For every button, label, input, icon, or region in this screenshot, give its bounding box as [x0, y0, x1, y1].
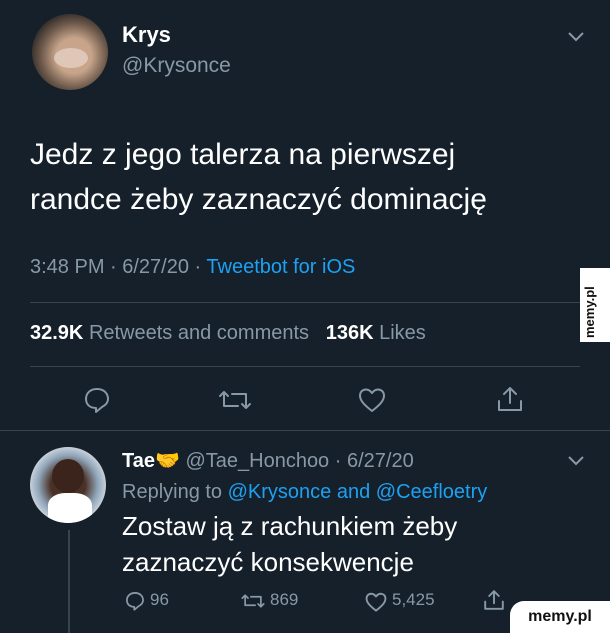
share-icon[interactable] [495, 384, 525, 414]
tweet-timestamp: 3:48 PM · 6/27/20 · [30, 256, 202, 278]
author-name[interactable]: Krys [122, 22, 171, 48]
reply-retweets-count: 869 [270, 590, 299, 609]
likes-count[interactable]: 136K [326, 322, 374, 344]
replying-prefix: Replying to [122, 481, 223, 503]
tweet-separator [0, 430, 610, 431]
reply-comments-count: 96 [150, 590, 169, 609]
author-handle[interactable]: @Krysonce [122, 54, 231, 78]
replying-to-links[interactable]: @Krysonce and @Ceefloetry [228, 481, 488, 503]
divider [30, 302, 580, 303]
reply-meta[interactable]: @Tae_Honchoo · 6/27/20 [185, 450, 413, 472]
thread-line [68, 530, 70, 633]
reply-text-line: zaznaczyć konsekwencje [122, 547, 414, 577]
divider [30, 366, 580, 367]
reply-retweet-icon[interactable] [240, 591, 266, 611]
author-avatar[interactable] [32, 14, 108, 90]
corner-watermark: memy.pl [510, 601, 610, 633]
reply-text-line: Zostaw ją z rachunkiem żeby [122, 511, 458, 541]
reply-comment-icon[interactable] [124, 590, 146, 612]
chevron-down-icon[interactable] [566, 30, 586, 44]
comment-icon[interactable] [82, 385, 112, 415]
chevron-down-icon[interactable] [566, 454, 586, 468]
tweet-text: Jedz z jego talerza na pierwszej randce … [30, 132, 590, 222]
tweet-meta: 3:48 PM · 6/27/20 · Tweetbot for iOS [30, 256, 355, 279]
reply-likes-count: 5,425 [392, 590, 435, 609]
retweets-label[interactable]: Retweets and comments [89, 322, 309, 344]
reply-like-icon[interactable] [364, 591, 388, 613]
side-watermark-text: memy.pl [582, 286, 597, 338]
tweet-stats: 32.9K Retweets and comments 136K Likes [30, 322, 426, 345]
like-icon[interactable] [357, 386, 387, 414]
reply-author-name[interactable]: Tae [122, 450, 155, 472]
tweet-source-link[interactable]: Tweetbot for iOS [206, 256, 355, 278]
replying-to: Replying to @Krysonce and @Ceefloetry [122, 481, 487, 504]
retweet-icon[interactable] [218, 386, 252, 414]
reply-share-icon[interactable] [482, 588, 506, 612]
reply-author-avatar[interactable] [30, 447, 106, 523]
likes-label[interactable]: Likes [379, 322, 426, 344]
tweet-text-line: randce żeby zaznaczyć dominację [30, 183, 487, 216]
handshake-emoji: 🤝 [154, 450, 180, 472]
tweet-text-line: Jedz z jego talerza na pierwszej [30, 138, 456, 171]
reply-header: Tae🤝 @Tae_Honchoo · 6/27/20 [122, 448, 414, 473]
reply-text: Zostaw ją z rachunkiem żeby zaznaczyć ko… [122, 508, 592, 580]
side-watermark: memy.pl [580, 268, 610, 342]
retweets-count[interactable]: 32.9K [30, 322, 83, 344]
